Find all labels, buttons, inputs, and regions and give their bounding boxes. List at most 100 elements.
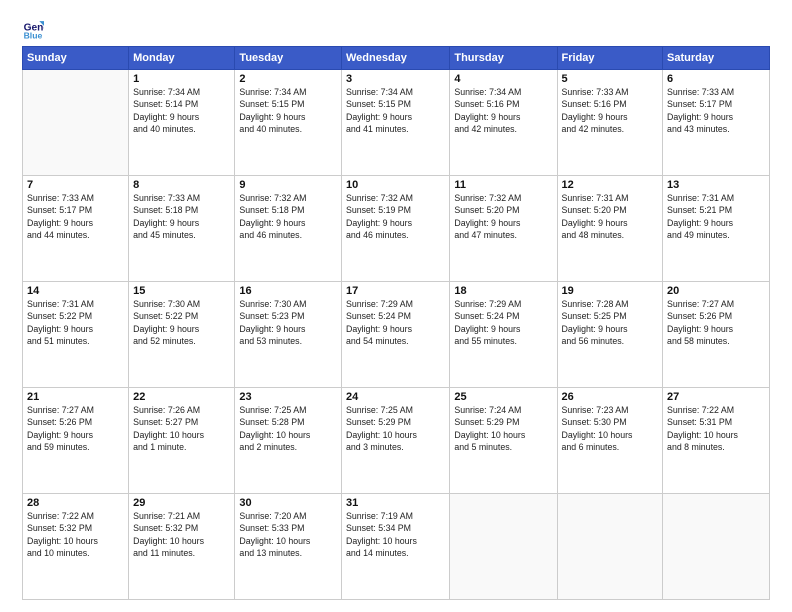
calendar-cell: 30Sunrise: 7:20 AM Sunset: 5:33 PM Dayli… bbox=[235, 494, 342, 600]
day-of-week-header: Tuesday bbox=[235, 47, 342, 70]
day-number: 8 bbox=[133, 179, 230, 191]
day-info: Sunrise: 7:34 AM Sunset: 5:14 PM Dayligh… bbox=[133, 86, 230, 135]
day-number: 7 bbox=[27, 179, 124, 191]
day-number: 21 bbox=[27, 391, 124, 403]
day-info: Sunrise: 7:32 AM Sunset: 5:18 PM Dayligh… bbox=[239, 192, 337, 241]
day-number: 11 bbox=[454, 179, 552, 191]
day-info: Sunrise: 7:33 AM Sunset: 5:18 PM Dayligh… bbox=[133, 192, 230, 241]
calendar-cell: 18Sunrise: 7:29 AM Sunset: 5:24 PM Dayli… bbox=[450, 282, 557, 388]
calendar-cell: 20Sunrise: 7:27 AM Sunset: 5:26 PM Dayli… bbox=[663, 282, 770, 388]
calendar-cell: 26Sunrise: 7:23 AM Sunset: 5:30 PM Dayli… bbox=[557, 388, 663, 494]
day-number: 28 bbox=[27, 497, 124, 509]
day-info: Sunrise: 7:26 AM Sunset: 5:27 PM Dayligh… bbox=[133, 404, 230, 453]
calendar-week-row: 28Sunrise: 7:22 AM Sunset: 5:32 PM Dayli… bbox=[23, 494, 770, 600]
day-info: Sunrise: 7:24 AM Sunset: 5:29 PM Dayligh… bbox=[454, 404, 552, 453]
day-of-week-header: Wednesday bbox=[341, 47, 449, 70]
day-info: Sunrise: 7:22 AM Sunset: 5:32 PM Dayligh… bbox=[27, 510, 124, 559]
day-number: 14 bbox=[27, 285, 124, 297]
day-info: Sunrise: 7:28 AM Sunset: 5:25 PM Dayligh… bbox=[562, 298, 659, 347]
day-number: 25 bbox=[454, 391, 552, 403]
day-info: Sunrise: 7:34 AM Sunset: 5:15 PM Dayligh… bbox=[239, 86, 337, 135]
day-number: 22 bbox=[133, 391, 230, 403]
day-info: Sunrise: 7:34 AM Sunset: 5:15 PM Dayligh… bbox=[346, 86, 445, 135]
calendar-cell: 22Sunrise: 7:26 AM Sunset: 5:27 PM Dayli… bbox=[129, 388, 235, 494]
calendar-cell: 29Sunrise: 7:21 AM Sunset: 5:32 PM Dayli… bbox=[129, 494, 235, 600]
calendar-cell: 11Sunrise: 7:32 AM Sunset: 5:20 PM Dayli… bbox=[450, 176, 557, 282]
day-number: 4 bbox=[454, 73, 552, 85]
day-number: 10 bbox=[346, 179, 445, 191]
day-info: Sunrise: 7:34 AM Sunset: 5:16 PM Dayligh… bbox=[454, 86, 552, 135]
day-info: Sunrise: 7:30 AM Sunset: 5:23 PM Dayligh… bbox=[239, 298, 337, 347]
calendar-cell: 23Sunrise: 7:25 AM Sunset: 5:28 PM Dayli… bbox=[235, 388, 342, 494]
calendar-cell bbox=[663, 494, 770, 600]
day-number: 31 bbox=[346, 497, 445, 509]
day-of-week-header: Monday bbox=[129, 47, 235, 70]
day-number: 30 bbox=[239, 497, 337, 509]
day-number: 1 bbox=[133, 73, 230, 85]
calendar-cell: 9Sunrise: 7:32 AM Sunset: 5:18 PM Daylig… bbox=[235, 176, 342, 282]
calendar-week-row: 7Sunrise: 7:33 AM Sunset: 5:17 PM Daylig… bbox=[23, 176, 770, 282]
day-info: Sunrise: 7:29 AM Sunset: 5:24 PM Dayligh… bbox=[454, 298, 552, 347]
day-info: Sunrise: 7:25 AM Sunset: 5:29 PM Dayligh… bbox=[346, 404, 445, 453]
calendar-cell: 24Sunrise: 7:25 AM Sunset: 5:29 PM Dayli… bbox=[341, 388, 449, 494]
day-number: 16 bbox=[239, 285, 337, 297]
calendar-cell: 2Sunrise: 7:34 AM Sunset: 5:15 PM Daylig… bbox=[235, 70, 342, 176]
calendar-cell: 21Sunrise: 7:27 AM Sunset: 5:26 PM Dayli… bbox=[23, 388, 129, 494]
day-number: 13 bbox=[667, 179, 765, 191]
day-number: 20 bbox=[667, 285, 765, 297]
calendar-week-row: 21Sunrise: 7:27 AM Sunset: 5:26 PM Dayli… bbox=[23, 388, 770, 494]
day-info: Sunrise: 7:32 AM Sunset: 5:19 PM Dayligh… bbox=[346, 192, 445, 241]
day-number: 23 bbox=[239, 391, 337, 403]
calendar-cell: 27Sunrise: 7:22 AM Sunset: 5:31 PM Dayli… bbox=[663, 388, 770, 494]
calendar-cell: 1Sunrise: 7:34 AM Sunset: 5:14 PM Daylig… bbox=[129, 70, 235, 176]
calendar-cell: 15Sunrise: 7:30 AM Sunset: 5:22 PM Dayli… bbox=[129, 282, 235, 388]
calendar-week-row: 14Sunrise: 7:31 AM Sunset: 5:22 PM Dayli… bbox=[23, 282, 770, 388]
day-info: Sunrise: 7:33 AM Sunset: 5:17 PM Dayligh… bbox=[667, 86, 765, 135]
calendar-cell: 13Sunrise: 7:31 AM Sunset: 5:21 PM Dayli… bbox=[663, 176, 770, 282]
calendar-cell: 16Sunrise: 7:30 AM Sunset: 5:23 PM Dayli… bbox=[235, 282, 342, 388]
logo: General Blue bbox=[22, 18, 48, 40]
day-number: 29 bbox=[133, 497, 230, 509]
day-info: Sunrise: 7:20 AM Sunset: 5:33 PM Dayligh… bbox=[239, 510, 337, 559]
day-number: 15 bbox=[133, 285, 230, 297]
calendar-cell: 19Sunrise: 7:28 AM Sunset: 5:25 PM Dayli… bbox=[557, 282, 663, 388]
logo-icon: General Blue bbox=[22, 18, 44, 40]
day-number: 26 bbox=[562, 391, 659, 403]
calendar-cell bbox=[450, 494, 557, 600]
day-number: 12 bbox=[562, 179, 659, 191]
day-number: 18 bbox=[454, 285, 552, 297]
calendar-cell: 8Sunrise: 7:33 AM Sunset: 5:18 PM Daylig… bbox=[129, 176, 235, 282]
day-info: Sunrise: 7:22 AM Sunset: 5:31 PM Dayligh… bbox=[667, 404, 765, 453]
day-of-week-header: Friday bbox=[557, 47, 663, 70]
calendar-cell: 25Sunrise: 7:24 AM Sunset: 5:29 PM Dayli… bbox=[450, 388, 557, 494]
day-info: Sunrise: 7:27 AM Sunset: 5:26 PM Dayligh… bbox=[27, 404, 124, 453]
day-info: Sunrise: 7:25 AM Sunset: 5:28 PM Dayligh… bbox=[239, 404, 337, 453]
day-number: 3 bbox=[346, 73, 445, 85]
calendar-cell bbox=[23, 70, 129, 176]
page-header: General Blue bbox=[22, 18, 770, 40]
day-number: 6 bbox=[667, 73, 765, 85]
calendar-cell: 7Sunrise: 7:33 AM Sunset: 5:17 PM Daylig… bbox=[23, 176, 129, 282]
day-info: Sunrise: 7:33 AM Sunset: 5:17 PM Dayligh… bbox=[27, 192, 124, 241]
day-of-week-header: Thursday bbox=[450, 47, 557, 70]
calendar-cell: 28Sunrise: 7:22 AM Sunset: 5:32 PM Dayli… bbox=[23, 494, 129, 600]
day-number: 27 bbox=[667, 391, 765, 403]
day-info: Sunrise: 7:29 AM Sunset: 5:24 PM Dayligh… bbox=[346, 298, 445, 347]
day-of-week-header: Sunday bbox=[23, 47, 129, 70]
calendar-cell bbox=[557, 494, 663, 600]
day-info: Sunrise: 7:32 AM Sunset: 5:20 PM Dayligh… bbox=[454, 192, 552, 241]
day-number: 5 bbox=[562, 73, 659, 85]
calendar-cell: 6Sunrise: 7:33 AM Sunset: 5:17 PM Daylig… bbox=[663, 70, 770, 176]
day-info: Sunrise: 7:31 AM Sunset: 5:21 PM Dayligh… bbox=[667, 192, 765, 241]
calendar-cell: 4Sunrise: 7:34 AM Sunset: 5:16 PM Daylig… bbox=[450, 70, 557, 176]
calendar-cell: 12Sunrise: 7:31 AM Sunset: 5:20 PM Dayli… bbox=[557, 176, 663, 282]
day-number: 24 bbox=[346, 391, 445, 403]
day-number: 19 bbox=[562, 285, 659, 297]
day-of-week-header: Saturday bbox=[663, 47, 770, 70]
day-number: 17 bbox=[346, 285, 445, 297]
calendar: SundayMondayTuesdayWednesdayThursdayFrid… bbox=[22, 46, 770, 600]
calendar-cell: 14Sunrise: 7:31 AM Sunset: 5:22 PM Dayli… bbox=[23, 282, 129, 388]
day-info: Sunrise: 7:33 AM Sunset: 5:16 PM Dayligh… bbox=[562, 86, 659, 135]
calendar-cell: 31Sunrise: 7:19 AM Sunset: 5:34 PM Dayli… bbox=[341, 494, 449, 600]
calendar-header-row: SundayMondayTuesdayWednesdayThursdayFrid… bbox=[23, 47, 770, 70]
